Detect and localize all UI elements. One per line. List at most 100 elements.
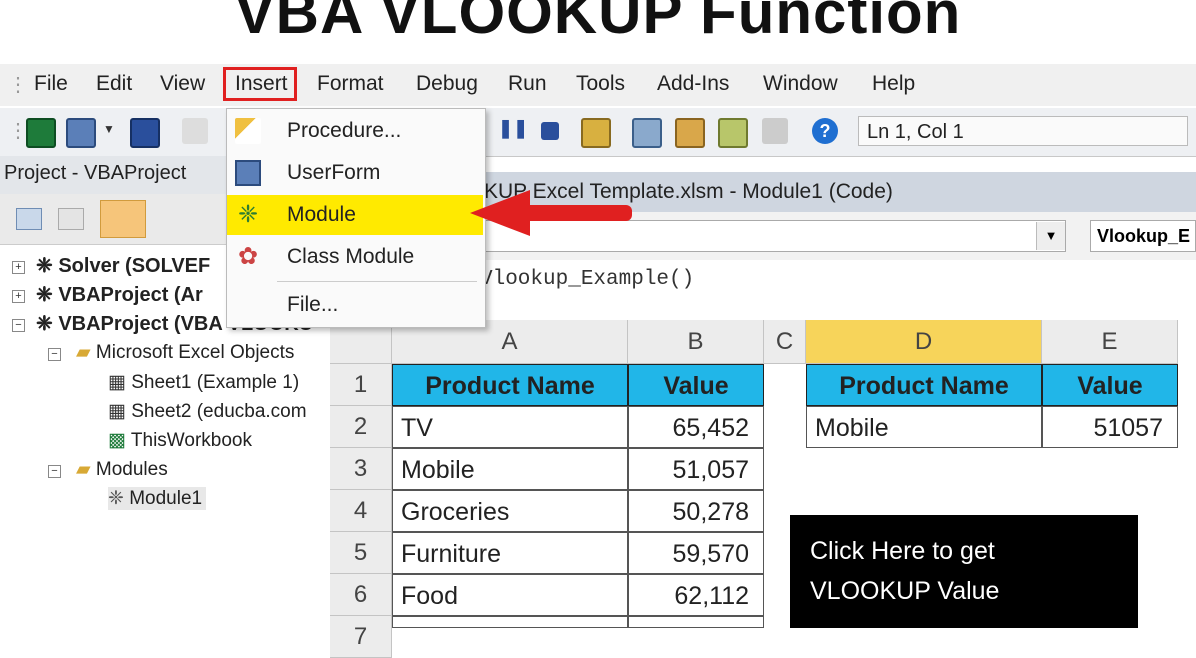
tree-folder-excel-objects[interactable]: ▰ Microsoft Excel Objects — [76, 341, 294, 364]
procedure-icon — [235, 118, 261, 144]
module-icon: ❈ — [108, 488, 124, 509]
table-cell[interactable]: Food — [392, 574, 628, 616]
table-cell[interactable]: 50,278 — [628, 490, 764, 532]
column-header-e[interactable]: E — [1042, 320, 1178, 364]
cursor-position: Ln 1, Col 1 — [858, 116, 1188, 146]
excel-icon[interactable] — [26, 118, 56, 148]
row-header-3[interactable]: 3 — [330, 448, 392, 490]
menu-run[interactable]: Run — [508, 72, 547, 96]
project-explorer-icon[interactable] — [632, 118, 662, 148]
menu-tools[interactable]: Tools — [576, 72, 625, 96]
row-header-2[interactable]: 2 — [330, 406, 392, 448]
insert-userform-icon[interactable] — [66, 118, 96, 148]
menubar: ⋮ File Edit View Insert Format Debug Run… — [0, 64, 1196, 106]
menu-item-file[interactable]: File... — [227, 285, 483, 325]
column-header-b[interactable]: B — [628, 320, 764, 364]
tree-item-thisworkbook[interactable]: ▩ ThisWorkbook — [108, 429, 252, 452]
menu-separator — [277, 281, 477, 282]
row-header-7[interactable]: 7 — [330, 616, 392, 658]
object-browser-icon[interactable] — [718, 118, 748, 148]
help-icon[interactable]: ? — [812, 118, 838, 144]
table-cell[interactable]: 59,570 — [628, 532, 764, 574]
module-icon: ❈ — [237, 201, 259, 228]
sheet-icon: ▦ — [108, 401, 126, 422]
column-header-c[interactable]: C — [764, 320, 806, 364]
properties-icon[interactable] — [675, 118, 705, 148]
red-arrow-icon — [470, 190, 632, 236]
lookup-result-cell[interactable]: 51057 — [1042, 406, 1178, 448]
sheet-icon: ▦ — [108, 372, 126, 393]
stop-icon[interactable] — [541, 122, 559, 140]
tree-item-vbaproject-ar[interactable]: ❈ VBAProject (Ar — [36, 282, 203, 307]
menu-help[interactable]: Help — [872, 72, 915, 96]
toolbox-icon[interactable] — [762, 118, 788, 144]
table-cell[interactable]: Mobile — [392, 448, 628, 490]
row-header-4[interactable]: 4 — [330, 490, 392, 532]
pause-icon[interactable]: ❚❚ — [498, 118, 528, 144]
menu-edit[interactable]: Edit — [96, 72, 132, 96]
insert-highlight-box — [223, 67, 297, 101]
design-mode-icon[interactable] — [581, 118, 611, 148]
table1-header-product[interactable]: Product Name — [392, 364, 628, 406]
code-line[interactable]: Vlookup_Example() — [480, 262, 1196, 298]
toggle-folders-icon[interactable] — [100, 200, 146, 238]
folder-icon: ▰ — [76, 342, 91, 363]
menubar-grip: ⋮ — [8, 74, 28, 96]
menu-format[interactable]: Format — [317, 72, 384, 96]
cut-icon[interactable] — [182, 118, 208, 144]
table-cell[interactable]: Furniture — [392, 532, 628, 574]
table-cell[interactable]: 51,057 — [628, 448, 764, 490]
insert-menu: Procedure... UserForm ❈ Module ✿ Class M… — [226, 108, 486, 328]
chevron-down-icon[interactable]: ▼ — [103, 122, 115, 136]
column-header-d[interactable]: D — [806, 320, 1042, 364]
chevron-down-icon[interactable]: ▼ — [1036, 222, 1065, 250]
collapse-icon[interactable]: − — [48, 348, 61, 361]
menu-item-userform[interactable]: UserForm — [227, 153, 483, 193]
menu-item-class-module[interactable]: ✿ Class Module — [227, 237, 483, 277]
headline: VBA VLOOKUP Function — [234, 0, 962, 46]
menu-addins[interactable]: Add-Ins — [657, 72, 729, 96]
menu-file[interactable]: File — [34, 72, 68, 96]
tree-item-solver[interactable]: ❈ Solver (SOLVEF — [36, 253, 210, 278]
project-panel-title: Project - VBAProject — [0, 156, 226, 194]
row-header-1[interactable]: 1 — [330, 364, 392, 406]
table2-header-product[interactable]: Product Name — [806, 364, 1042, 406]
table-cell[interactable]: 65,452 — [628, 406, 764, 448]
table1-header-value[interactable]: Value — [628, 364, 764, 406]
class-module-icon: ✿ — [237, 243, 259, 270]
toolbar-grip: ⋮ — [8, 120, 28, 142]
button-line-1: Click Here to get — [810, 537, 995, 565]
table-cell[interactable]: 62,112 — [628, 574, 764, 616]
row-header-5[interactable]: 5 — [330, 532, 392, 574]
expand-icon[interactable]: + — [12, 290, 25, 303]
get-vlookup-button[interactable]: Click Here to get VLOOKUP Value — [790, 515, 1138, 628]
workbook-icon: ▩ — [108, 430, 126, 451]
lookup-input-cell[interactable]: Mobile — [806, 406, 1042, 448]
collapse-icon[interactable]: − — [12, 319, 25, 332]
tree-folder-modules[interactable]: ▰ Modules — [76, 458, 168, 481]
view-object-icon[interactable] — [58, 208, 84, 230]
menu-debug[interactable]: Debug — [416, 72, 478, 96]
table-cell[interactable]: 64,645 — [628, 616, 764, 628]
tree-item-module1[interactable]: ❈ Module1 — [108, 487, 207, 510]
table-cell[interactable]: TV — [392, 406, 628, 448]
menu-item-module[interactable]: ❈ Module — [227, 195, 483, 235]
table-cell[interactable]: Beverages — [392, 616, 628, 628]
tree-item-sheet2[interactable]: ▦ Sheet2 (educba.com — [108, 400, 328, 423]
view-code-icon[interactable] — [16, 208, 42, 230]
save-icon[interactable] — [130, 118, 160, 148]
tree-item-sheet1[interactable]: ▦ Sheet1 (Example 1) — [108, 371, 299, 394]
button-line-2: VLOOKUP Value — [810, 577, 1000, 605]
collapse-icon[interactable]: − — [48, 465, 61, 478]
table-cell[interactable]: Groceries — [392, 490, 628, 532]
folder-icon: ▰ — [76, 459, 91, 480]
procedure-combo[interactable]: Vlookup_E — [1090, 220, 1196, 252]
project-toolbar — [0, 194, 226, 245]
expand-icon[interactable]: + — [12, 261, 25, 274]
row-header-6[interactable]: 6 — [330, 574, 392, 616]
userform-icon — [235, 160, 261, 186]
menu-item-procedure[interactable]: Procedure... — [227, 111, 483, 151]
menu-view[interactable]: View — [160, 72, 205, 96]
table2-header-value[interactable]: Value — [1042, 364, 1178, 406]
menu-window[interactable]: Window — [763, 72, 838, 96]
